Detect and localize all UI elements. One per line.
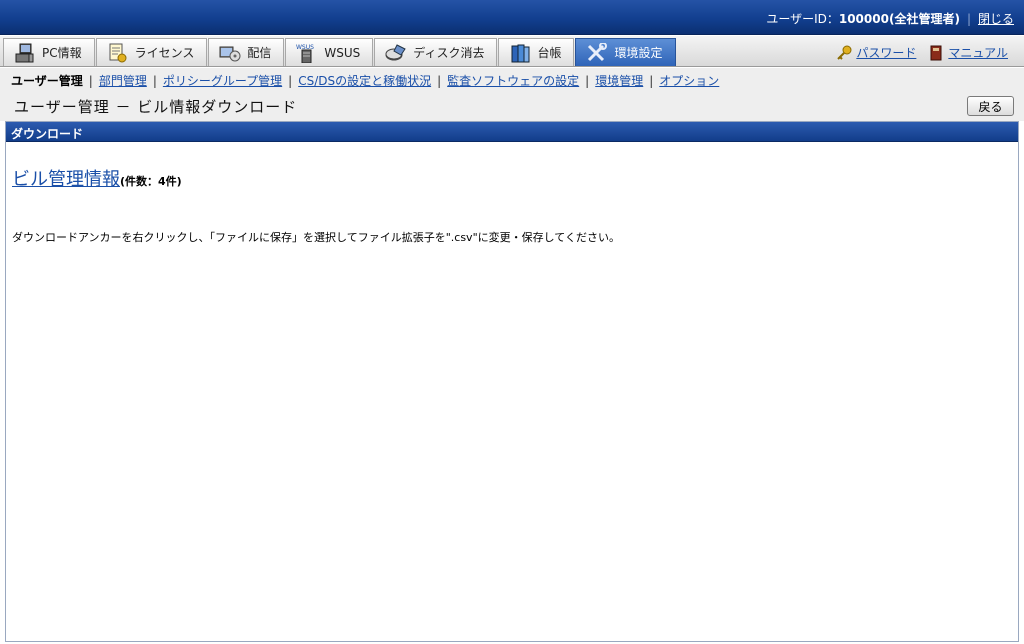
distribution-icon (219, 43, 241, 63)
manual-item: マニュアル (928, 44, 1008, 61)
utility-links: パスワード マニュアル (824, 44, 1008, 61)
subnav-link-options[interactable]: オプション (659, 74, 719, 88)
key-icon (836, 45, 852, 61)
subnav-link-policy-group[interactable]: ポリシーグループ管理 (163, 74, 282, 88)
separator: | (288, 74, 293, 88)
building-info-download-link[interactable]: ビル管理情報 (12, 165, 120, 191)
tab-disk-erase[interactable]: ディスク消去 (374, 38, 498, 66)
separator: | (437, 74, 442, 88)
tab-pc-info[interactable]: PC情報 (3, 38, 95, 66)
tab-label: ライセンス (134, 46, 195, 60)
manual-link[interactable]: マニュアル (948, 44, 1008, 61)
separator: | (966, 11, 971, 26)
disk-erase-icon (385, 43, 407, 63)
separator: | (152, 74, 157, 88)
section-header: ダウンロード (6, 122, 1018, 142)
separator: | (88, 74, 93, 88)
tools-icon (586, 41, 608, 63)
book-icon (928, 45, 944, 61)
pc-icon (14, 43, 36, 63)
tab-settings[interactable]: 環境設定 (575, 38, 676, 66)
subnav-link-audit-software[interactable]: 監査ソフトウェアの設定 (447, 74, 579, 88)
tab-label: 台帳 (537, 46, 562, 60)
tab-label: 環境設定 (614, 46, 663, 60)
tab-license[interactable]: ライセンス (95, 38, 208, 66)
page-title-row: ユーザー管理 － ビル情報ダウンロード 戻る (0, 92, 1024, 121)
page-title: ユーザー管理 － ビル情報ダウンロード (14, 98, 298, 116)
subnav-link-cs-ds[interactable]: CS/DSの設定と稼働状況 (298, 74, 431, 88)
user-info: ユーザーID： 100000(全社管理者) | 閉じる (766, 10, 1014, 27)
subnav-link-department[interactable]: 部門管理 (99, 74, 147, 88)
download-section: ダウンロード ビル管理情報(件数：4件) ダウンロードアンカーを右クリックし、「… (5, 121, 1019, 642)
back-button[interactable]: 戻る (967, 96, 1014, 116)
ledger-icon (509, 43, 531, 63)
user-id-value: 100000(全社管理者) (838, 12, 960, 26)
tabs: PC情報 ライセンス 配信 WSUS WSUS ディスク消去 台帳 環境設定 (3, 38, 677, 66)
password-item: パスワード (836, 44, 916, 61)
main-tab-bar: PC情報 ライセンス 配信 WSUS WSUS ディスク消去 台帳 環境設定 パ… (0, 36, 1024, 67)
separator: | (585, 74, 590, 88)
subnav-link-environment[interactable]: 環境管理 (595, 74, 643, 88)
instruction-text: ダウンロードアンカーを右クリックし、「ファイルに保存」を選択してファイル拡張子を… (12, 231, 620, 244)
close-link[interactable]: 閉じる (978, 10, 1014, 27)
password-link[interactable]: パスワード (856, 44, 916, 61)
wsus-server-icon: WSUS (296, 43, 318, 63)
top-bar: ユーザーID： 100000(全社管理者) | 閉じる (0, 0, 1024, 35)
sub-nav: ユーザー管理 | 部門管理 | ポリシーグループ管理 | CS/DSの設定と稼働状況 | 監査ソ… (0, 68, 1024, 92)
section-content: ビル管理情報(件数：4件) ダウンロードアンカーを右クリックし、「ファイルに保存… (6, 142, 1018, 245)
tab-label: WSUS (324, 45, 361, 60)
tab-ledger[interactable]: 台帳 (498, 38, 575, 66)
tab-label: 配信 (247, 46, 272, 60)
user-id-label: ユーザーID： (766, 12, 839, 26)
license-icon (107, 43, 129, 63)
subnav-current-user-management: ユーザー管理 (11, 74, 83, 88)
tab-label: PC情報 (42, 46, 82, 60)
tab-label: ディスク消去 (413, 46, 485, 60)
separator: | (649, 74, 654, 88)
record-count: (件数：4件) (120, 175, 182, 188)
tab-wsus[interactable]: WSUS WSUS (285, 38, 374, 66)
tab-distribution[interactable]: 配信 (208, 38, 285, 66)
